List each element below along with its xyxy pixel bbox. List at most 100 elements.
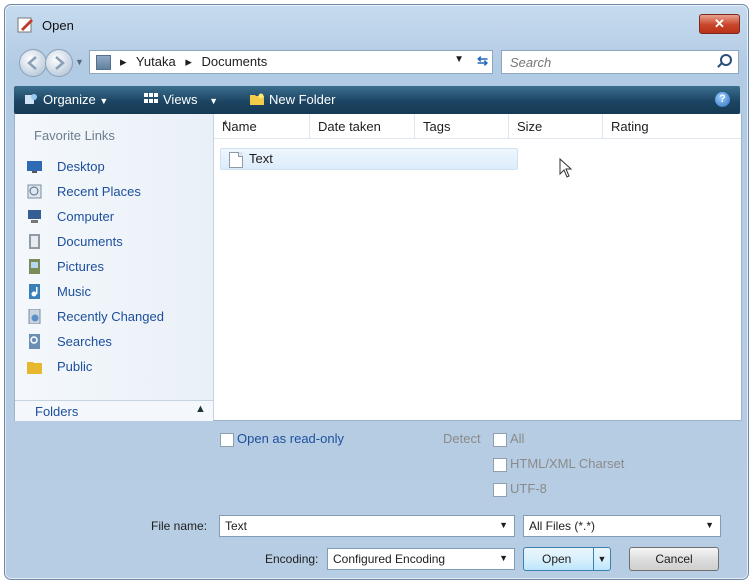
encoding-label: Encoding: <box>265 552 319 566</box>
file-name-input[interactable]: Text ▼ <box>219 515 515 537</box>
column-header-name[interactable]: ▲ Name <box>214 114 310 138</box>
detect-all-label: All <box>510 431 525 446</box>
recent-pages-dropdown-icon[interactable]: ▼ <box>75 57 84 67</box>
column-header-label: Date taken <box>318 119 381 134</box>
read-only-checkbox[interactable] <box>220 433 234 447</box>
organize-label: Organize <box>43 92 96 107</box>
column-header-tags[interactable]: Tags <box>415 114 509 138</box>
address-bar[interactable]: ▸ Yutaka ▸ Documents ▼ ⇆ <box>89 50 493 74</box>
views-label: Views <box>163 92 198 107</box>
file-row[interactable]: Text <box>220 148 518 170</box>
app-icon <box>17 17 33 33</box>
folders-label: Folders <box>35 404 79 419</box>
sidebar-item-searches[interactable]: Searches <box>27 331 207 353</box>
file-name: Text <box>249 151 273 166</box>
detect-utf8-checkbox[interactable] <box>493 483 507 497</box>
new-folder-icon <box>250 93 264 105</box>
sidebar-item-recently-changed[interactable]: Recently Changed <box>27 306 207 328</box>
help-icon[interactable]: ? <box>715 92 730 107</box>
address-dropdown-icon[interactable]: ▼ <box>454 54 464 65</box>
back-arrow-icon <box>27 56 37 70</box>
forward-arrow-icon <box>55 56 65 70</box>
sidebar-item-computer[interactable]: Computer <box>27 206 207 228</box>
window-title: Open <box>42 18 74 33</box>
cancel-button-label: Cancel <box>655 552 693 566</box>
column-header-rating[interactable]: Rating <box>603 114 741 138</box>
music-icon <box>29 284 40 299</box>
documents-icon <box>29 234 40 249</box>
sidebar-item-recent-places[interactable]: Recent Places <box>27 181 207 203</box>
column-header-label: Size <box>517 119 543 134</box>
new-folder-button[interactable]: New Folder <box>250 92 335 107</box>
breadcrumb-documents[interactable]: Documents <box>201 54 267 69</box>
detect-all-checkbox[interactable] <box>493 433 507 447</box>
column-headers: ▲ Name Date taken Tags Size Rating <box>214 114 741 139</box>
views-button[interactable]: Views ▼ <box>144 92 218 107</box>
sidebar-item-label: Documents <box>57 234 123 249</box>
encoding-value: Configured Encoding <box>333 552 446 566</box>
chevron-down-icon: ▼ <box>705 520 714 530</box>
desktop-icon <box>27 161 42 173</box>
breadcrumb: ▸ Yutaka ▸ Documents <box>120 54 273 70</box>
close-icon: ✕ <box>714 16 725 31</box>
organize-button[interactable]: Organize ▼ <box>24 92 108 107</box>
file-list: ▲ Name Date taken Tags Size Rating Text <box>214 114 741 420</box>
detect-label: Detect <box>443 431 481 446</box>
favorite-links-heading: Favorite Links <box>34 128 115 143</box>
new-folder-label: New Folder <box>269 92 336 107</box>
address-row: ▼ ▸ Yutaka ▸ Documents ▼ ⇆ <box>5 45 748 81</box>
detect-html-label: HTML/XML Charset <box>510 456 625 471</box>
sidebar-item-music[interactable]: Music <box>27 281 207 303</box>
open-button-label: Open <box>542 552 572 566</box>
navigation-pane: Favorite Links Desktop Recent Places Com… <box>15 114 214 421</box>
sidebar-item-pictures[interactable]: Pictures <box>27 256 207 278</box>
open-options-dropdown-icon[interactable]: ▼ <box>593 548 610 570</box>
sidebar-item-desktop[interactable]: Desktop <box>27 156 207 178</box>
column-header-label: Name <box>222 119 257 134</box>
dialog-options: Open as read-only Detect All HTML/XML Ch… <box>5 421 748 579</box>
views-icon <box>144 93 158 103</box>
column-header-date-taken[interactable]: Date taken <box>310 114 415 138</box>
sidebar-item-label: Computer <box>57 209 115 224</box>
read-only-label: Open as read-only <box>237 431 344 446</box>
breadcrumb-separator-icon: ▸ <box>120 54 127 69</box>
search-box <box>501 50 739 74</box>
file-type-select[interactable]: All Files (*.*) ▼ <box>523 515 721 537</box>
chevron-down-icon: ▼ <box>499 553 508 563</box>
refresh-icon[interactable]: ⇆ <box>477 53 488 69</box>
sidebar-item-documents[interactable]: Documents <box>27 231 207 253</box>
searches-icon <box>29 334 40 349</box>
file-name-value: Text <box>225 519 248 533</box>
cancel-button[interactable]: Cancel <box>629 547 719 571</box>
text-file-icon <box>229 152 243 168</box>
folders-toggle[interactable]: Folders ▲ <box>15 400 213 421</box>
breadcrumb-yutaka[interactable]: Yutaka <box>136 54 176 69</box>
sidebar-item-label: Music <box>57 284 91 299</box>
close-button[interactable]: ✕ <box>699 14 740 34</box>
content-area: Favorite Links Desktop Recent Places Com… <box>14 114 742 421</box>
back-button[interactable] <box>19 49 47 77</box>
pictures-icon <box>29 259 40 274</box>
open-button[interactable]: Open ▼ <box>523 547 611 571</box>
encoding-select[interactable]: Configured Encoding ▼ <box>327 548 515 570</box>
column-header-size[interactable]: Size <box>509 114 603 138</box>
chevron-down-icon[interactable]: ▼ <box>499 520 508 530</box>
sidebar-item-label: Searches <box>57 334 112 349</box>
forward-button[interactable] <box>45 49 73 77</box>
chevron-down-icon: ▼ <box>209 96 218 106</box>
public-icon <box>27 362 42 374</box>
breadcrumb-separator-icon: ▸ <box>185 54 192 69</box>
detect-html-checkbox[interactable] <box>493 458 507 472</box>
sidebar-item-label: Public <box>57 359 93 374</box>
search-input[interactable] <box>508 53 712 71</box>
search-icon[interactable] <box>720 54 732 66</box>
organize-icon <box>25 94 37 104</box>
sidebar-item-public[interactable]: Public <box>27 356 207 378</box>
title-bar: Open ✕ <box>5 5 748 45</box>
detect-utf8-label: UTF-8 <box>510 481 547 496</box>
chevron-down-icon: ▼ <box>99 96 109 106</box>
file-name-label: File name: <box>151 519 208 533</box>
mouse-cursor-icon <box>559 158 573 178</box>
open-dialog: Open ✕ ▼ ▸ Yutaka ▸ Documents ▼ ⇆ Search… <box>4 4 749 580</box>
recent-places-icon <box>27 184 42 199</box>
